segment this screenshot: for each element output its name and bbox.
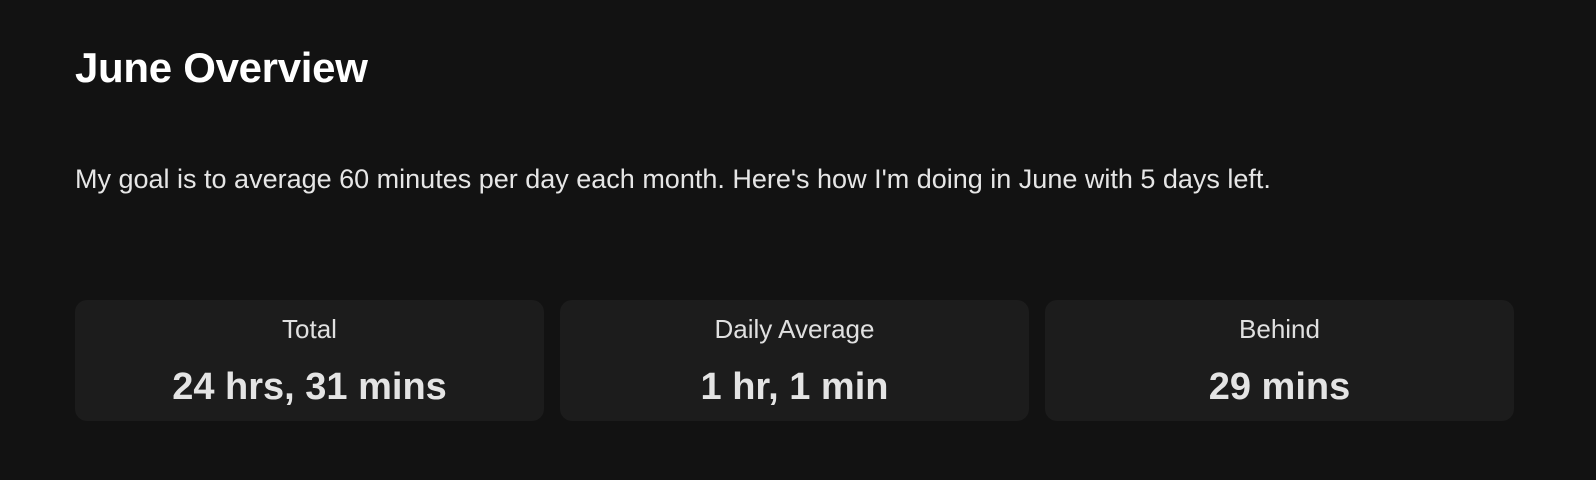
stat-label-daily-average: Daily Average — [714, 314, 875, 344]
stat-label-behind: Behind — [1239, 314, 1320, 344]
page-title: June Overview — [75, 44, 368, 91]
stat-value-total: 24 hrs, 31 mins — [172, 366, 447, 408]
stats-row: Total 24 hrs, 31 mins Daily Average 1 hr… — [75, 300, 1514, 421]
stat-label-total: Total — [282, 314, 337, 344]
stat-card-total: Total 24 hrs, 31 mins — [75, 300, 544, 421]
stat-value-behind: 29 mins — [1208, 366, 1351, 408]
stat-card-behind: Behind 29 mins — [1045, 300, 1514, 421]
goal-description: My goal is to average 60 minutes per day… — [75, 164, 1271, 194]
stat-card-daily-average: Daily Average 1 hr, 1 min — [560, 300, 1029, 421]
stat-value-daily-average: 1 hr, 1 min — [700, 366, 889, 408]
june-overview-section: June Overview My goal is to average 60 m… — [75, 0, 1515, 480]
